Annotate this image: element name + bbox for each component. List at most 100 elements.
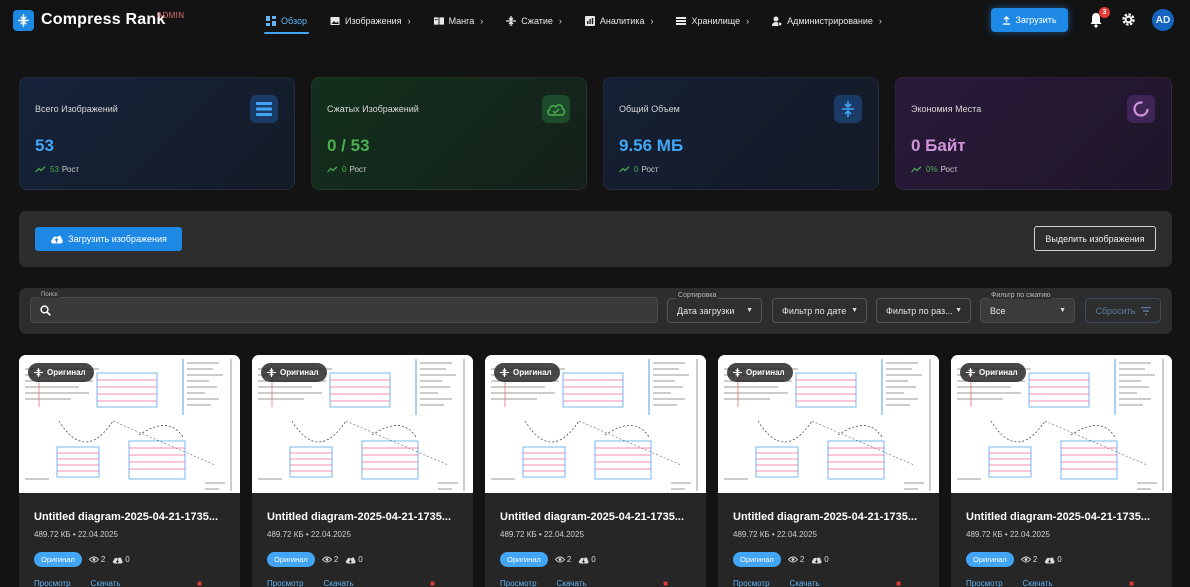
upload-images-button[interactable]: Загрузить изображения bbox=[35, 227, 182, 251]
settings-gear-icon[interactable] bbox=[1121, 12, 1136, 27]
compress-icon bbox=[834, 95, 862, 123]
size-filter-select[interactable]: Фильтр по раз... ▼ bbox=[876, 298, 971, 323]
stat-card-total-size: Общий Объем 9.56 МБ 0 Рост bbox=[603, 77, 879, 190]
downloads-count: 0 bbox=[125, 555, 130, 564]
stat-trend-label: Рост bbox=[61, 165, 80, 174]
original-chip-label: Оригинал bbox=[979, 368, 1018, 377]
nav-item-overview[interactable]: Обзор bbox=[264, 12, 309, 34]
download-button[interactable]: Скачать bbox=[324, 579, 354, 587]
header-upload-label: Загрузить bbox=[1015, 15, 1057, 25]
storage-icon bbox=[676, 16, 687, 26]
original-badge: Оригинал bbox=[966, 552, 1014, 567]
download-button[interactable]: Скачать bbox=[557, 579, 587, 587]
views-count: 2 bbox=[566, 555, 572, 564]
image-card[interactable]: Оригинал Untitled diagram-2025-04-21-173… bbox=[485, 355, 706, 587]
compression-filter-select[interactable]: Фильтр по сжатию Все ▼ bbox=[980, 292, 1075, 323]
stat-label: Всего Изображений bbox=[35, 104, 118, 114]
book-icon bbox=[433, 16, 444, 26]
select-images-button[interactable]: Выделить изображения bbox=[1034, 226, 1156, 251]
header-upload-button[interactable]: Загрузить bbox=[991, 8, 1068, 32]
eye-icon bbox=[321, 556, 332, 563]
eye-icon bbox=[787, 556, 798, 563]
nav-item-storage[interactable]: Хранилище › bbox=[676, 12, 749, 30]
delete-icon[interactable]: ■ bbox=[663, 579, 668, 587]
user-avatar[interactable]: AD bbox=[1152, 9, 1174, 31]
view-button[interactable]: Просмотр bbox=[500, 579, 537, 587]
image-card[interactable]: Оригинал Untitled diagram-2025-04-21-173… bbox=[19, 355, 240, 587]
views-stat: 2 bbox=[321, 555, 339, 564]
image-card[interactable]: Оригинал Untitled diagram-2025-04-21-173… bbox=[252, 355, 473, 587]
download-button[interactable]: Скачать bbox=[790, 579, 820, 587]
stat-value: 9.56 МБ bbox=[619, 136, 684, 155]
image-meta: 489.72 КБ • 22.04.2025 bbox=[733, 530, 817, 539]
view-button[interactable]: Просмотр bbox=[733, 579, 770, 587]
cloud-download-icon bbox=[1045, 557, 1055, 563]
view-button[interactable]: Просмотр bbox=[34, 579, 71, 587]
app-title[interactable]: Compress Rank bbox=[41, 11, 165, 29]
view-button[interactable]: Просмотр bbox=[267, 579, 304, 587]
image-badges: Оригинал 2 0 bbox=[267, 552, 363, 567]
compress-icon bbox=[34, 368, 43, 377]
downloads-stat: 0 bbox=[578, 555, 596, 564]
analytics-icon bbox=[584, 16, 595, 26]
view-button[interactable]: Просмотр bbox=[966, 579, 1003, 587]
original-chip-label: Оригинал bbox=[513, 368, 552, 377]
card-actions: Просмотр Скачать ■ bbox=[500, 579, 696, 587]
compress-logo-icon[interactable] bbox=[13, 10, 34, 31]
nav-item-label: Администрирование bbox=[787, 16, 873, 26]
delete-icon[interactable]: ■ bbox=[197, 579, 202, 587]
date-filter-select[interactable]: Фильтр по дате ▼ bbox=[772, 298, 867, 323]
nav-item-manga[interactable]: Манга › bbox=[433, 12, 483, 30]
nav-item-analytics[interactable]: Аналитика › bbox=[584, 12, 654, 30]
image-meta: 489.72 КБ • 22.04.2025 bbox=[34, 530, 118, 539]
stat-trend-label: Рост bbox=[349, 165, 367, 174]
nav-item-compression[interactable]: Сжатие › bbox=[506, 12, 562, 30]
upload-images-label: Загрузить изображения bbox=[68, 234, 167, 244]
delete-icon[interactable]: ■ bbox=[1129, 579, 1134, 587]
delete-icon[interactable]: ■ bbox=[896, 579, 901, 587]
stat-trend-label: Рост bbox=[641, 165, 659, 174]
reset-filters-button[interactable]: Сбросить bbox=[1085, 298, 1161, 323]
nav-item-label: Изображения bbox=[345, 16, 402, 26]
views-count: 2 bbox=[333, 555, 339, 564]
card-actions: Просмотр Скачать ■ bbox=[733, 579, 929, 587]
search-field[interactable]: Поиск bbox=[30, 292, 658, 323]
nav-item-label: Сжатие bbox=[521, 16, 553, 26]
sort-label: Сортировка bbox=[676, 292, 719, 299]
image-meta: 489.72 КБ • 22.04.2025 bbox=[267, 530, 351, 539]
chevron-right-icon: › bbox=[558, 16, 562, 26]
date-filter-value: Фильтр по дате bbox=[782, 305, 847, 316]
nav-item-administration[interactable]: Администрирование › bbox=[772, 12, 882, 30]
download-button[interactable]: Скачать bbox=[91, 579, 121, 587]
stat-label: Экономия Места bbox=[911, 104, 982, 114]
sort-select[interactable]: Сортировка Дата загрузки ▼ bbox=[667, 292, 762, 323]
size-filter-value: Фильтр по раз... bbox=[886, 305, 953, 316]
downloads-stat: 0 bbox=[112, 555, 130, 564]
stat-card-space-saved: Экономия Места 0 Байт 0% Рост bbox=[895, 77, 1172, 190]
caret-down-icon: ▼ bbox=[851, 307, 858, 314]
image-title: Untitled diagram-2025-04-21-1735... bbox=[733, 511, 918, 523]
image-card[interactable]: Оригинал Untitled diagram-2025-04-21-173… bbox=[951, 355, 1172, 587]
compress-icon bbox=[733, 368, 742, 377]
downloads-count: 0 bbox=[358, 555, 363, 564]
download-button[interactable]: Скачать bbox=[1023, 579, 1053, 587]
image-title: Untitled diagram-2025-04-21-1735... bbox=[267, 511, 452, 523]
chevron-right-icon: › bbox=[650, 16, 654, 26]
stat-value: 0 Байт bbox=[911, 136, 966, 155]
nav-item-images[interactable]: Изображения › bbox=[330, 12, 411, 30]
image-card[interactable]: Оригинал Untitled diagram-2025-04-21-173… bbox=[718, 355, 939, 587]
filter-icon bbox=[1140, 306, 1151, 315]
chevron-right-icon: › bbox=[407, 16, 411, 26]
delete-icon[interactable]: ■ bbox=[430, 579, 435, 587]
search-input[interactable] bbox=[57, 302, 647, 318]
downloads-stat: 0 bbox=[811, 555, 829, 564]
image-title: Untitled diagram-2025-04-21-1735... bbox=[34, 511, 219, 523]
cloud-download-icon bbox=[579, 557, 589, 563]
image-badges: Оригинал 2 0 bbox=[34, 552, 130, 567]
trending-up-icon bbox=[911, 166, 922, 173]
stat-trend-value: 53 bbox=[50, 165, 59, 174]
views-stat: 2 bbox=[1020, 555, 1037, 564]
list-icon bbox=[250, 95, 278, 123]
trending-up-icon bbox=[327, 166, 338, 173]
chevron-right-icon: › bbox=[746, 16, 750, 26]
